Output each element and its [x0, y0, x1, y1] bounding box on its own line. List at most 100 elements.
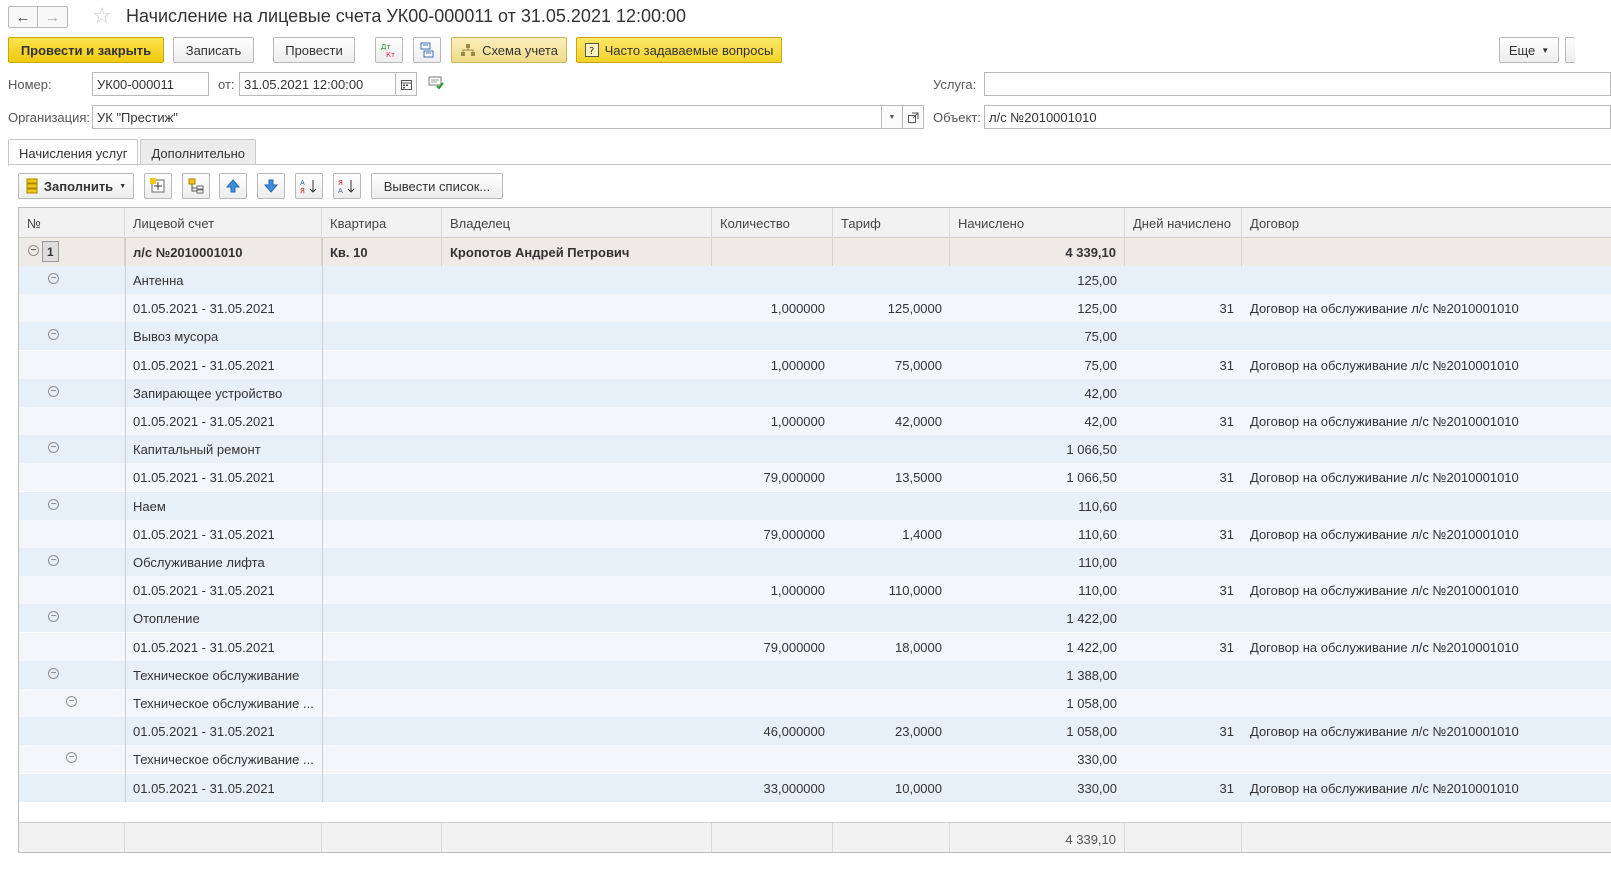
fill-label: Заполнить: [43, 178, 114, 194]
organization-field[interactable]: УК "Престиж": [92, 105, 882, 129]
column-header-account[interactable]: Лицевой счет: [125, 208, 322, 238]
expand-all-button[interactable]: [144, 173, 172, 199]
column-header-apartment[interactable]: Квартира: [322, 208, 442, 238]
row-number-cell: −: [19, 689, 125, 717]
comment-icon[interactable]: [428, 76, 444, 93]
service-label-cell: Наем: [133, 498, 166, 514]
post-button[interactable]: Провести: [273, 37, 355, 63]
row-number-cell: [19, 633, 125, 661]
post-and-close-button[interactable]: Провести и закрыть: [8, 37, 164, 63]
table-row[interactable]: 01.05.2021 - 31.05.2021 1,000000 110,0000 1…: [19, 576, 1611, 605]
table-row[interactable]: 01.05.2021 - 31.05.2021 1,000000 42,0000 42…: [19, 407, 1611, 435]
table-row-service-group[interactable]: − Вывоз мусора 75,00: [19, 322, 1611, 351]
fill-button[interactable]: Заполнить ▼: [18, 173, 134, 199]
collapse-icon[interactable]: −: [48, 498, 59, 510]
table-row[interactable]: 01.05.2021 - 31.05.2021 1,000000 125,0000 1…: [19, 294, 1611, 323]
days-cell: 31: [1219, 470, 1234, 486]
row-number-cell: −: [19, 266, 125, 294]
column-header-days[interactable]: Дней начислено: [1125, 208, 1242, 238]
move-up-button[interactable]: [219, 173, 247, 199]
collapse-icon[interactable]: −: [28, 245, 39, 256]
table-row-service-group[interactable]: − Антенна 125,00: [19, 266, 1611, 294]
tariff-cell: 13,5000: [895, 470, 942, 486]
collapse-icon[interactable]: −: [48, 667, 59, 679]
collapse-icon[interactable]: −: [66, 696, 77, 707]
contract-cell: Договор на обслуживание л/с №2010001010: [1250, 583, 1519, 599]
object-label: Объект:: [933, 110, 981, 125]
contract-cell: [1242, 604, 1611, 632]
tab-additional[interactable]: Дополнительно: [140, 139, 257, 165]
table-row-service-group[interactable]: − Капитальный ремонт 1 066,50: [19, 435, 1611, 464]
table-row-account[interactable]: − 1 л/с №2010001010 Кв. 10 Кропотов Андр…: [19, 238, 1611, 266]
table-row[interactable]: 01.05.2021 - 31.05.2021 79,000000 1,4000 11…: [19, 519, 1611, 548]
sort-ascending-button[interactable]: АЯ: [295, 173, 323, 199]
calendar-button[interactable]: [395, 72, 417, 96]
row-number-cell: −: [19, 745, 125, 773]
organization-dropdown-button[interactable]: ▼: [881, 105, 903, 129]
table-row-service-group[interactable]: − Запирающее устройство 42,00: [19, 378, 1611, 407]
quantity-cell: [712, 379, 833, 407]
column-header-owner[interactable]: Владелец: [442, 208, 712, 238]
contract-cell: [1242, 322, 1611, 350]
sort-descending-button[interactable]: ЯА: [333, 173, 361, 199]
help-button-partial[interactable]: [1565, 37, 1575, 63]
object-field[interactable]: л/с №2010001010: [984, 105, 1611, 129]
table-row-service-group[interactable]: − Наем 110,60: [19, 491, 1611, 520]
tab-service-accruals[interactable]: Начисления услуг: [8, 139, 139, 166]
collapse-all-button[interactable]: [182, 173, 210, 199]
table-row-service-group[interactable]: − Отопление 1 422,00: [19, 604, 1611, 633]
collapse-icon[interactable]: −: [48, 442, 59, 454]
column-header-contract[interactable]: Договор: [1242, 208, 1611, 238]
date-label: от:: [218, 77, 235, 92]
collapse-icon[interactable]: −: [66, 752, 77, 764]
table-row[interactable]: 01.05.2021 - 31.05.2021 46,000000 23,0000 1…: [19, 717, 1611, 746]
collapse-icon[interactable]: −: [48, 611, 59, 623]
output-list-button[interactable]: Вывести список...: [371, 173, 503, 199]
date-field[interactable]: 31.05.2021 12:00:00: [239, 72, 396, 96]
table-row[interactable]: 01.05.2021 - 31.05.2021 79,000000 13,5000 1…: [19, 463, 1611, 492]
days-cell: [1125, 435, 1242, 463]
table-row[interactable]: 01.05.2021 - 31.05.2021 33,000000 10,0000 3…: [19, 773, 1611, 802]
table-row[interactable]: 01.05.2021 - 31.05.2021 1,000000 75,0000 75…: [19, 350, 1611, 379]
more-button[interactable]: Еще ▼: [1499, 37, 1559, 63]
table-row-service-group[interactable]: − Обслуживание лифта 110,00: [19, 548, 1611, 576]
accruals-table[interactable]: № Лицевой счет Квартира Владелец Количес…: [18, 207, 1611, 853]
row-number-cell: −: [19, 379, 125, 407]
accounting-scheme-button[interactable]: Схема учета: [451, 37, 567, 63]
move-down-button[interactable]: [257, 173, 285, 199]
collapse-icon[interactable]: −: [48, 555, 59, 566]
save-button[interactable]: Записать: [173, 37, 254, 63]
collapse-icon[interactable]: −: [48, 385, 59, 397]
related-docs-button[interactable]: [413, 37, 441, 63]
table-row-service-group[interactable]: − Техническое обслуживание 1 388,00: [19, 660, 1611, 689]
quantity-cell: [712, 322, 833, 350]
table-header: № Лицевой счет Квартира Владелец Количес…: [19, 208, 1611, 238]
column-header-number[interactable]: №: [19, 208, 125, 238]
table-row-service-group[interactable]: − Техническое обслуживание ... 330,00: [19, 745, 1611, 774]
quantity-cell: [712, 435, 833, 463]
number-field[interactable]: УК00-000011: [92, 72, 209, 96]
organization-label: Организация:: [8, 110, 91, 125]
collapse-icon[interactable]: −: [48, 273, 59, 284]
column-header-accrued[interactable]: Начислено: [950, 208, 1125, 238]
table-row-service-group[interactable]: − Техническое обслуживание ... 1 058,00: [19, 689, 1611, 717]
tariff-cell: [833, 689, 950, 717]
tariff-cell: [833, 238, 950, 266]
accrued-cell: 1 066,50: [1066, 442, 1117, 458]
owner-cell: Кропотов Андрей Петрович: [442, 238, 712, 266]
tariff-cell: 125,0000: [887, 301, 942, 317]
service-field[interactable]: [984, 72, 1611, 96]
column-header-quantity[interactable]: Количество: [712, 208, 833, 238]
forward-button[interactable]: →: [38, 6, 68, 28]
dt-kt-button[interactable]: Дт Кт: [375, 37, 403, 63]
table-row[interactable]: 01.05.2021 - 31.05.2021 79,000000 18,0000 1…: [19, 632, 1611, 661]
favorite-star-icon[interactable]: ☆: [92, 3, 112, 29]
organization-open-button[interactable]: [902, 105, 924, 129]
collapse-icon[interactable]: −: [48, 329, 59, 341]
back-button[interactable]: ←: [8, 6, 38, 28]
faq-button[interactable]: ? Часто задаваемые вопросы: [576, 37, 782, 63]
column-header-tariff[interactable]: Тариф: [833, 208, 950, 238]
footer-cell: [125, 823, 322, 852]
tariff-cell: 1,4000: [902, 526, 942, 542]
contract-cell: Договор на обслуживание л/с №2010001010: [1250, 414, 1519, 429]
